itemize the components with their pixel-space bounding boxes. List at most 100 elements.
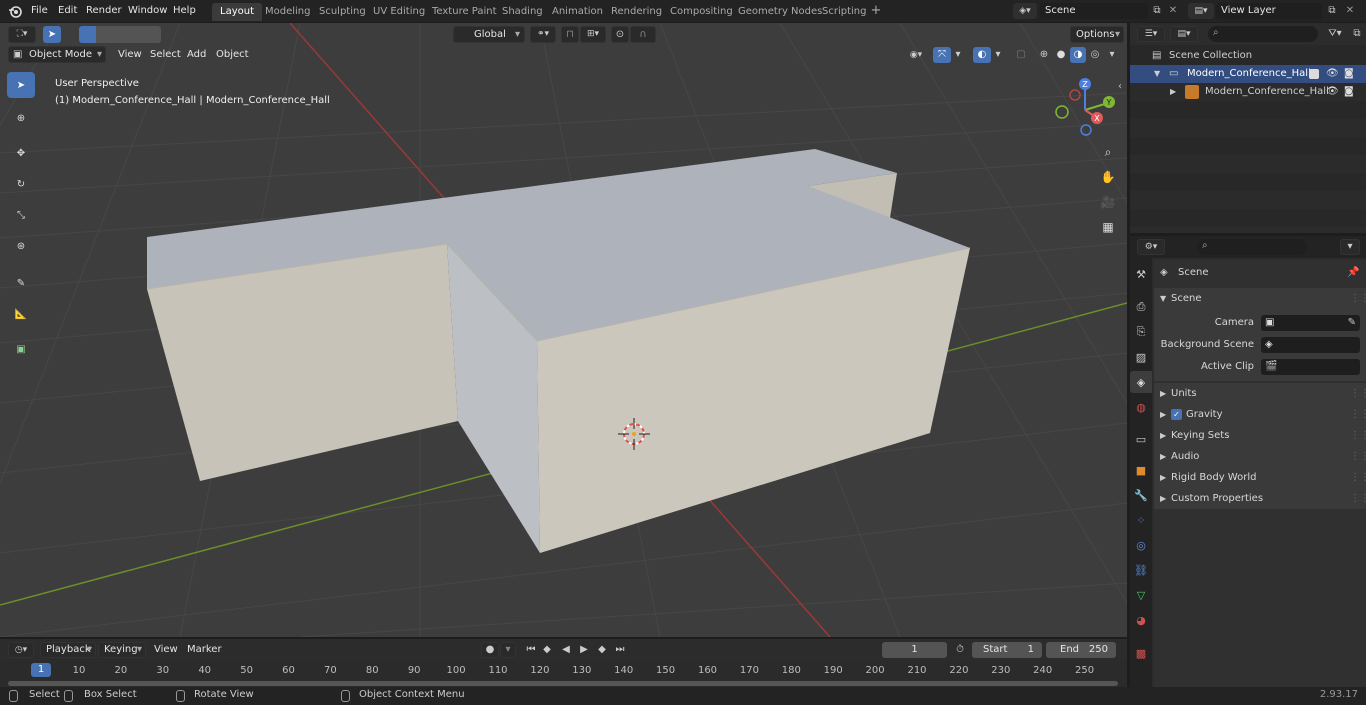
play-icon[interactable]: ▶ <box>576 642 592 658</box>
outliner-search-input[interactable]: ⌕ <box>1208 26 1318 42</box>
outliner-row-scene-collection[interactable]: ▤ Scene Collection <box>1130 47 1366 65</box>
camera-icon[interactable]: ◙ <box>1344 83 1354 101</box>
filter-icon[interactable]: ⛛▾ <box>1323 26 1347 42</box>
gizmo-toggle-icon[interactable]: ⤧ <box>933 47 951 63</box>
drag-handle-icon[interactable]: ⋮⋮ <box>1350 404 1366 425</box>
gizmo-dropdown-icon[interactable]: ▾ <box>951 47 965 63</box>
tab-physics[interactable]: ◎ <box>1130 534 1152 556</box>
properties-editor-type[interactable]: ⚙▾ <box>1137 239 1165 255</box>
proportional-falloff-dropdown[interactable]: ∩ <box>630 26 656 43</box>
camera-view-button[interactable]: 🎥 <box>1096 190 1120 214</box>
tab-scene[interactable]: ◈ <box>1130 371 1152 393</box>
drag-handle-icon[interactable]: ⋮⋮ <box>1350 383 1366 404</box>
select-mode-intersect-icon[interactable] <box>144 26 161 43</box>
stopwatch-icon[interactable]: ⏱ <box>952 642 968 658</box>
xray-toggle-icon[interactable]: ▢ <box>1013 47 1029 63</box>
select-mode-invert-icon[interactable] <box>128 26 144 43</box>
transform-tool[interactable]: ⊛ <box>7 233 35 259</box>
tab-material[interactable]: ◕ <box>1130 609 1152 631</box>
delete-scene-icon[interactable]: ✕ <box>1167 3 1179 19</box>
overlays-dropdown-icon[interactable]: ▾ <box>991 47 1005 63</box>
select-mode-subtract-icon[interactable] <box>112 26 128 43</box>
tab-scripting[interactable]: Scripting <box>814 3 874 21</box>
select-mode-new-icon[interactable] <box>79 26 96 43</box>
scene-field[interactable]: Scene <box>1040 3 1148 19</box>
background-scene-field[interactable]: ◈ <box>1261 337 1360 353</box>
tab-layout[interactable]: Layout <box>212 3 262 21</box>
playhead-indicator[interactable]: 1 <box>31 663 51 677</box>
panel-gravity[interactable]: ▶ ✓ Gravity ⋮⋮ <box>1154 404 1366 425</box>
tab-modifiers[interactable]: 🔧 <box>1130 484 1152 506</box>
playback-dropdown[interactable]: Playback ▾ <box>40 642 96 658</box>
editor-type-selector[interactable]: ⛶▾ <box>8 26 36 43</box>
viewport-menu-object[interactable]: Object <box>216 47 249 63</box>
tab-shading[interactable]: Shading <box>494 3 551 21</box>
scale-tool[interactable]: ⤡ <box>7 202 35 228</box>
viewport-menu-view[interactable]: View <box>118 47 142 63</box>
snap-target-dropdown[interactable]: ⊞▾ <box>580 26 606 43</box>
tab-animation[interactable]: Animation <box>544 3 611 21</box>
ortho-toggle-button[interactable]: ▦ <box>1096 215 1120 239</box>
panel-custom-properties[interactable]: ▶ Custom Properties ⋮⋮ <box>1154 488 1366 509</box>
tab-modeling[interactable]: Modeling <box>257 3 319 21</box>
overlays-toggle-icon[interactable]: ◐ <box>973 47 991 63</box>
cursor-tool[interactable]: ⊕ <box>7 105 35 131</box>
new-view-layer-icon[interactable]: ⧉ <box>1324 3 1340 19</box>
rendered-shading-icon[interactable]: ◎ <box>1087 47 1103 63</box>
view-layer-field[interactable]: View Layer <box>1216 3 1322 19</box>
chevron-right-icon[interactable]: ▶ <box>1170 83 1176 101</box>
viewport-3d[interactable]: ⛶▾ ➤ Global ▾ ⚭▾ ⊓ ⊞▾ ⊙ ∩ Options ▾ ▣ Ob… <box>0 23 1127 637</box>
timeline-menu-view[interactable]: View <box>154 642 178 658</box>
move-tool[interactable]: ✥ <box>7 140 35 166</box>
jump-end-icon[interactable]: ⏭ <box>612 642 628 658</box>
material-preview-icon[interactable]: ◑ <box>1070 47 1086 63</box>
sidebar-toggle-icon[interactable]: ‹ <box>1118 81 1122 92</box>
pin-icon[interactable]: 📌 <box>1347 262 1359 283</box>
outliner-row-collection[interactable]: ▼ ▭ Modern_Conference_Hall 👁 ◙ <box>1130 65 1366 83</box>
panel-rigid-body-world[interactable]: ▶ Rigid Body World ⋮⋮ <box>1154 467 1366 488</box>
display-mode-dropdown[interactable]: ▤▾ <box>1170 26 1198 42</box>
snap-toggle[interactable]: ⊓ <box>561 26 579 43</box>
tab-render[interactable]: ⎙ <box>1130 296 1152 318</box>
current-frame-field[interactable]: 1 <box>882 642 947 658</box>
chevron-down-icon[interactable]: ▼ <box>1154 65 1160 83</box>
drag-handle-icon[interactable]: ⋮⋮ <box>1350 425 1366 446</box>
tab-compositing[interactable]: Compositing <box>662 3 741 21</box>
measure-tool[interactable]: 📐 <box>7 301 35 327</box>
drag-handle-icon[interactable]: ⋮⋮ <box>1350 446 1366 467</box>
timeline-menu-marker[interactable]: Marker <box>187 642 222 658</box>
proportional-editing-toggle[interactable]: ⊙ <box>611 26 629 43</box>
menu-help[interactable]: Help <box>173 3 196 19</box>
outliner-row-object[interactable]: ▶ Modern_Conference_Hall 👁 ◙ <box>1130 83 1366 101</box>
menu-window[interactable]: Window <box>128 3 167 19</box>
new-scene-icon[interactable]: ⧉ <box>1149 3 1165 19</box>
conference-hall-mesh[interactable] <box>146 149 971 553</box>
menu-edit[interactable]: Edit <box>58 3 77 19</box>
tab-texture[interactable]: ▩ <box>1130 642 1152 664</box>
annotate-tool[interactable]: ✎ <box>7 270 35 296</box>
jump-start-icon[interactable]: ⏮ <box>523 642 539 658</box>
panel-scene-header[interactable]: ▼ Scene ⋮⋮ <box>1154 288 1366 309</box>
eye-icon[interactable]: 👁 <box>1326 65 1339 83</box>
rotate-tool[interactable]: ↻ <box>7 171 35 197</box>
properties-search-input[interactable]: ⌕ <box>1197 239 1307 255</box>
gravity-checkbox[interactable]: ✓ <box>1171 409 1182 420</box>
pivot-point-dropdown[interactable]: ⚭▾ <box>530 26 556 43</box>
tab-data[interactable]: ▽ <box>1130 584 1152 606</box>
scene-selector-icon[interactable]: ◈▾ <box>1013 3 1037 19</box>
visibility-selectability-icon[interactable]: ◉▾ <box>903 47 929 63</box>
view-layer-selector-icon[interactable]: ▤▾ <box>1188 3 1214 19</box>
viewport-menu-add[interactable]: Add <box>187 47 206 63</box>
zoom-button[interactable]: ⌕ <box>1096 140 1120 164</box>
add-cube-tool[interactable]: ▣ <box>7 336 35 362</box>
select-tool-icon[interactable]: ➤ <box>43 26 61 43</box>
tab-world[interactable]: ◍ <box>1130 396 1152 418</box>
jump-keyframe-back-icon[interactable]: ◆ <box>539 642 555 658</box>
keying-dropdown[interactable]: Keying ▾ <box>98 642 146 658</box>
properties-options-dropdown[interactable]: ▾ <box>1340 239 1360 255</box>
play-reverse-icon[interactable]: ◀ <box>558 642 574 658</box>
camera-icon[interactable]: ◙ <box>1344 65 1354 83</box>
exclude-checkbox-icon[interactable] <box>1309 69 1319 79</box>
drag-handle-icon[interactable]: ⋮⋮ <box>1350 467 1366 488</box>
tab-particles[interactable]: ⁘ <box>1130 509 1152 531</box>
